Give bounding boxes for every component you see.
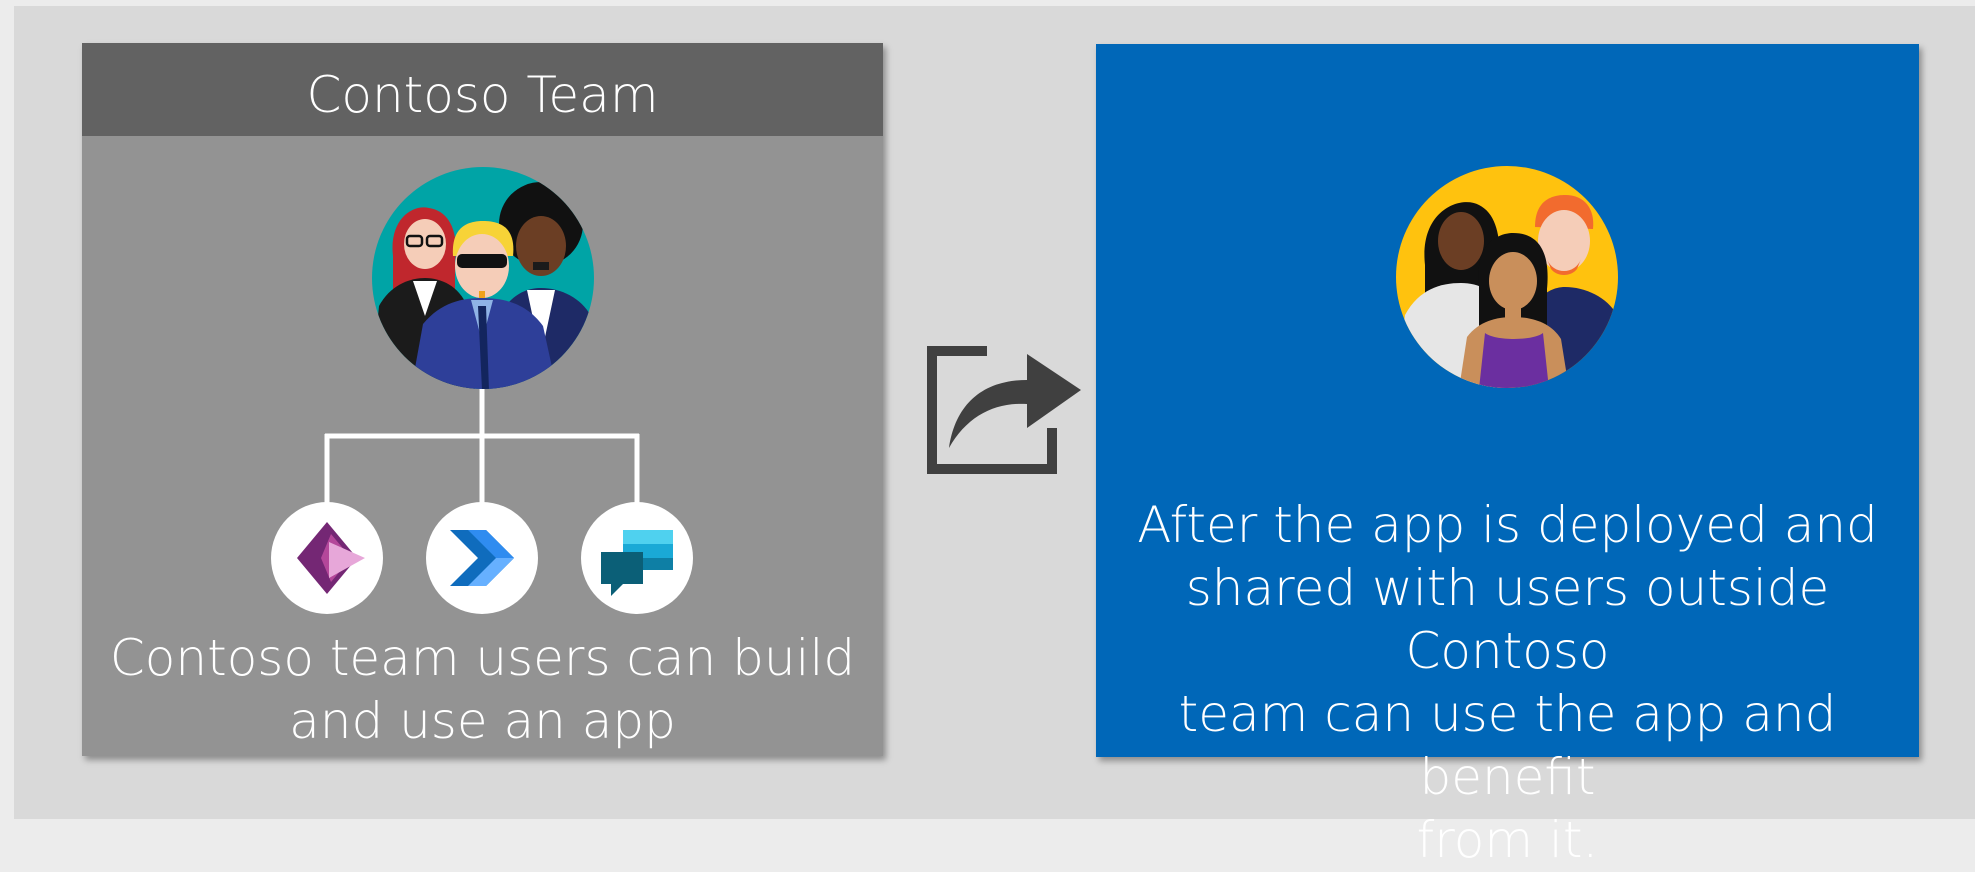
right-caption-line-1: After the app is deployed and [1137,496,1878,554]
power-automate-icon[interactable] [424,500,540,616]
users-avatar-icon [1396,166,1618,388]
right-caption-line-4: from it. [1416,811,1599,869]
left-caption-line-2: and use an app [289,692,676,750]
contoso-team-panel: Contoso Team Contoso team users can buil… [82,43,883,756]
diagram-canvas: Contoso Team Contoso team users can buil… [14,6,1975,869]
right-caption-line-2: shared with users outside Contoso [1185,559,1830,680]
outside-users-panel: After the app is deployed and shared wit… [1096,44,1919,869]
power-virtual-agents-icon[interactable] [579,500,695,616]
share-arrow-icon [927,346,1081,474]
left-caption: Contoso team users can build and use an … [92,627,873,753]
team-avatar-icon [372,167,594,389]
right-caption-line-3: team can use the app and benefit [1178,685,1837,806]
left-caption-line-1: Contoso team users can build [109,629,856,687]
right-caption: After the app is deployed and shared wit… [1110,494,1905,872]
power-apps-icon[interactable] [269,500,385,616]
